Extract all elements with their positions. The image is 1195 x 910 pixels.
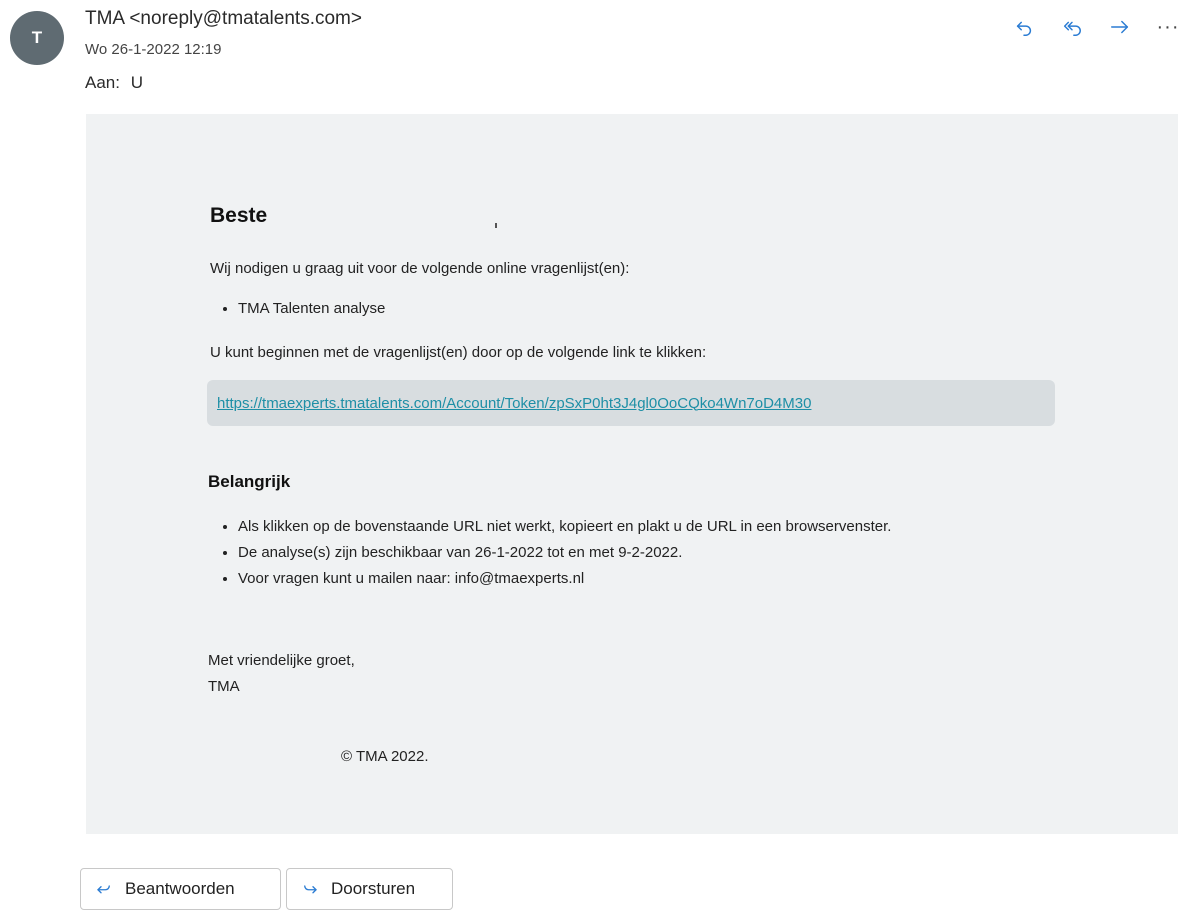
questionnaire-link[interactable]: https://tmaexperts.tmatalents.com/Accoun… <box>217 395 811 412</box>
more-options-button[interactable]: ··· <box>1155 14 1181 40</box>
email-content: Beste Wij nodigen u graag uit voor de vo… <box>86 114 1178 834</box>
link-box: https://tmaexperts.tmatalents.com/Accoun… <box>207 380 1055 426</box>
reply-button[interactable] <box>1011 14 1037 40</box>
forward-icon <box>1111 20 1129 34</box>
sender-avatar[interactable]: T <box>10 11 64 65</box>
recipient-value[interactable]: U <box>131 73 143 92</box>
reply-icon <box>97 885 110 894</box>
closing-greeting: Met vriendelijke groet, <box>208 652 355 669</box>
reply-icon <box>1016 21 1032 36</box>
to-label: Aan: <box>85 73 120 92</box>
forward-footer-label: Doorsturen <box>331 879 416 898</box>
instruction-text: U kunt beginnen met de vragenlijst(en) d… <box>210 344 707 361</box>
list-item: De analyse(s) zijn beschikbaar van 26-1-… <box>238 540 891 566</box>
avatar-initial: T <box>31 28 43 47</box>
message-actions: ··· <box>1011 14 1181 40</box>
list-item: Als klikken op de bovenstaande URL niet … <box>238 514 891 540</box>
forward-icon <box>304 885 317 894</box>
email-body-panel: Beste Wij nodigen u graag uit voor de vo… <box>86 114 1178 834</box>
list-item: Voor vragen kunt u mailen naar: info@tma… <box>238 566 891 592</box>
reply-footer-button[interactable]: Beantwoorden <box>80 868 281 910</box>
sent-date: Wo 26-1-2022 12:19 <box>85 41 222 58</box>
sender-name[interactable]: TMA <noreply@tmatalents.com> <box>85 8 362 30</box>
closing: Met vriendelijke groet, TMA <box>208 648 355 700</box>
reply-all-icon <box>1063 21 1081 36</box>
questionnaire-list: TMA Talenten analyse <box>220 298 385 320</box>
intro-text: Wij nodigen u graag uit voor de volgende… <box>210 260 630 277</box>
more-icon: ··· <box>1156 15 1180 38</box>
greeting: Beste <box>210 204 268 227</box>
greeting-mark <box>495 223 497 228</box>
important-list: Als klikken op de bovenstaande URL niet … <box>220 514 891 592</box>
copyright-text: © TMA 2022. <box>341 748 429 765</box>
forward-footer-button[interactable]: Doorsturen <box>286 868 453 910</box>
reply-all-button[interactable] <box>1059 14 1085 40</box>
list-item: TMA Talenten analyse <box>238 298 385 320</box>
recipient-line: Aan: U <box>85 73 143 93</box>
reply-footer-label: Beantwoorden <box>125 879 235 898</box>
important-heading: Belangrijk <box>208 472 291 491</box>
forward-button[interactable] <box>1107 14 1133 40</box>
closing-signature: TMA <box>208 678 240 695</box>
